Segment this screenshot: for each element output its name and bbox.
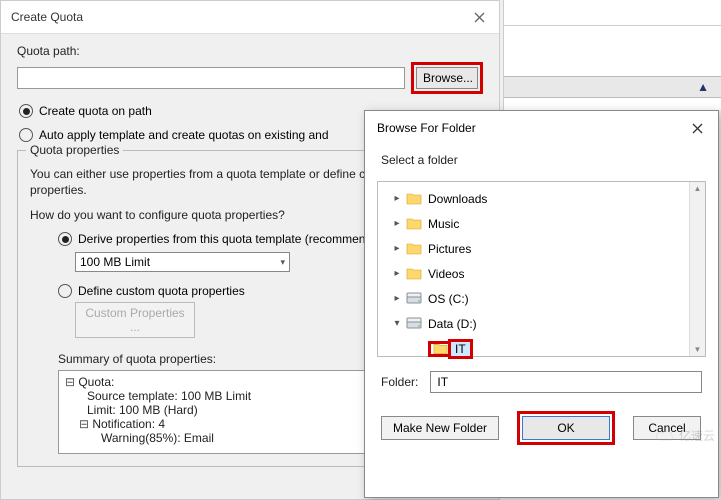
radio-icon [58,232,72,246]
tree-item-label: Data (D:) [424,316,481,332]
folder-icon [404,191,424,207]
folder-icon [404,266,424,282]
folder-icon [428,341,448,357]
browse-button[interactable]: Browse... [416,67,478,89]
background-pane: ▲ [503,0,721,110]
folder-input[interactable] [430,371,702,393]
tree-item-videos[interactable]: ▸ Videos [380,261,703,286]
ok-highlight: OK [517,411,615,445]
chevron-down-icon: ▾ [280,257,285,268]
custom-properties-button: Custom Properties ... [75,302,195,338]
tree-item-os-c-[interactable]: ▸ OS (C:) [380,286,703,311]
scroll-down-icon[interactable]: ▼ [690,343,705,356]
titlebar: Browse For Folder [365,111,718,145]
tree-label: Notification: 4 [92,417,165,431]
ok-button[interactable]: OK [522,416,610,440]
tree-label: Quota: [78,375,114,389]
chevron-right-icon[interactable]: ▸ [390,243,404,254]
tree-item-label: OS (C:) [424,291,473,307]
close-icon [474,12,485,23]
drive-icon [404,316,424,332]
tree-row: Source template: 100 MB Limit [65,389,371,403]
close-icon [692,123,703,134]
tree-item-label: IT [448,339,473,359]
chevron-right-icon[interactable]: ▸ [390,218,404,229]
radio-label: Define custom quota properties [78,284,245,298]
tree-row: Warning(85%): Email [65,431,371,445]
tree-item-pictures[interactable]: ▸ Pictures [380,236,703,261]
dialog-title: Browse For Folder [377,121,476,135]
tree-item-downloads[interactable]: ▸ Downloads [380,186,703,211]
close-button[interactable] [688,119,706,137]
tree-item-label: Pictures [424,241,475,257]
tree-item-label: Videos [424,266,468,282]
browse-highlight: Browse... [411,62,483,94]
radio-icon [19,104,33,118]
collapse-bar[interactable]: ▲ [504,76,721,98]
tree-label: Warning(85%): Email [101,431,214,445]
make-new-folder-button[interactable]: Make New Folder [381,416,499,440]
chevron-right-icon[interactable]: ▸ [390,193,404,204]
chevron-up-icon: ▲ [697,80,709,94]
folder-icon [404,216,424,232]
tree-item-music[interactable]: ▸ Music [380,211,703,236]
group-legend: Quota properties [26,143,123,157]
prompt-label: Select a folder [365,145,718,181]
button-row: Make New Folder OK Cancel [365,403,718,457]
radio-label: Auto apply template and create quotas on… [39,128,329,142]
background-toolbar [504,0,721,26]
radio-icon [58,284,72,298]
tree-item-label: Downloads [424,191,491,207]
titlebar: Create Quota [1,1,499,34]
scroll-up-icon[interactable]: ▲ [690,182,705,195]
close-button[interactable] [469,7,489,27]
chevron-down-icon[interactable]: ▾ [390,318,404,329]
path-row: Browse... [17,62,483,94]
folder-label: Folder: [381,375,418,389]
collapse-icon[interactable]: ⊟ [65,375,75,389]
tree-label: Limit: 100 MB (Hard) [87,403,198,417]
summary-tree[interactable]: ⊟ Quota: Source template: 100 MB Limit L… [58,370,378,454]
tree-label: Source template: 100 MB Limit [87,389,251,403]
folder-tree: ▸ Downloads ▸ Music ▸ Pictures ▸ Videos ▸ OS (C:)… [377,181,706,357]
tree-item-label: Music [424,216,463,232]
vertical-scrollbar[interactable]: ▲ ▼ [689,182,705,356]
radio-icon [19,128,33,142]
tree-item-data-d-[interactable]: ▾ Data (D:) [380,311,703,336]
tree-row: ⊟ Quota: [65,375,371,389]
tree-item-it[interactable]: IT [380,336,703,361]
radio-label: Create quota on path [39,104,152,118]
quota-path-label: Quota path: [17,44,483,58]
browse-for-folder-dialog: Browse For Folder Select a folder ▸ Downl… [364,110,719,498]
folder-icon [404,241,424,257]
tree-row: Limit: 100 MB (Hard) [65,403,371,417]
drive-icon [404,291,424,307]
radio-label: Derive properties from this quota templa… [78,232,389,246]
chevron-right-icon[interactable]: ▸ [390,293,404,304]
quota-path-input[interactable] [17,67,405,89]
dialog-title: Create Quota [11,10,83,24]
cancel-button[interactable]: Cancel [633,416,701,440]
template-dropdown[interactable]: 100 MB Limit ▾ [75,252,290,272]
collapse-icon[interactable]: ⊟ [79,417,89,431]
tree-row: ⊟ Notification: 4 [65,417,371,431]
chevron-right-icon[interactable]: ▸ [390,268,404,279]
dropdown-value: 100 MB Limit [80,255,150,269]
